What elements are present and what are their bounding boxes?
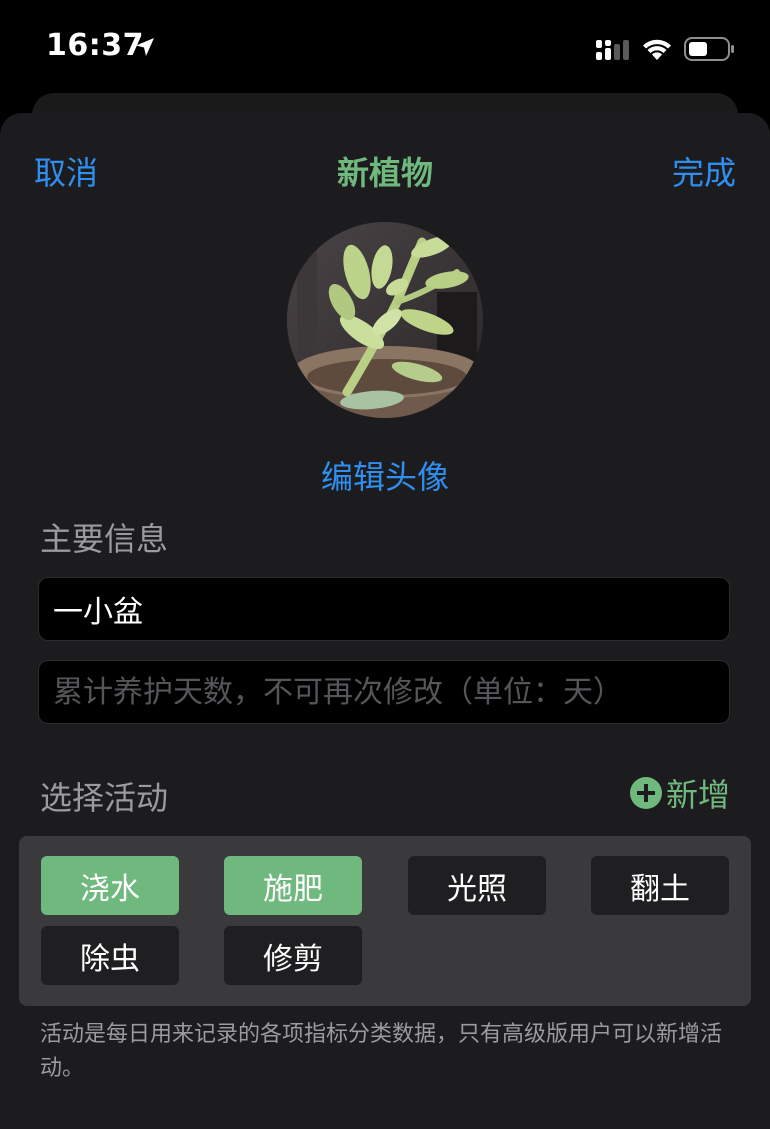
activity-chip-repot[interactable]: 翻土 xyxy=(591,856,729,915)
plant-avatar[interactable] xyxy=(287,222,483,418)
battery-icon xyxy=(684,37,734,61)
edit-avatar-button[interactable]: 编辑头像 xyxy=(321,458,449,496)
care-days-input[interactable] xyxy=(39,661,729,723)
main-info-label: 主要信息 xyxy=(40,520,169,558)
plant-name-input[interactable] xyxy=(39,578,729,640)
cellular-signal-icon xyxy=(596,40,629,60)
activities-footnote: 活动是每日用来记录的各项指标分类数据，只有高级版用户可以新增活动。 xyxy=(40,1022,723,1081)
status-time: 16:37 xyxy=(46,28,144,63)
location-arrow-icon xyxy=(136,38,154,56)
activity-panel: 浇水 施肥 光照 翻土 除虫 修剪 xyxy=(19,836,751,1006)
edit-avatar-container: 编辑头像 xyxy=(0,452,770,498)
activities-label: 选择活动 xyxy=(40,779,169,817)
plant-photo xyxy=(287,222,483,418)
activity-chip-pest-control[interactable]: 除虫 xyxy=(41,926,179,985)
activity-chip-fertilize[interactable]: 施肥 xyxy=(224,856,362,915)
activity-chip-prune[interactable]: 修剪 xyxy=(224,926,362,985)
add-activity-button[interactable]: 新增 xyxy=(629,773,730,814)
care-days-field xyxy=(38,660,730,724)
cancel-button[interactable]: 取消 xyxy=(34,148,98,194)
add-activity-label: 新增 xyxy=(665,776,730,814)
done-button[interactable]: 完成 xyxy=(672,148,736,194)
activity-chip-watering[interactable]: 浇水 xyxy=(41,856,179,915)
plus-circle-icon xyxy=(629,777,662,809)
wifi-icon xyxy=(643,39,671,60)
status-bar: 16:37 xyxy=(0,0,770,95)
activity-chip-sunlight[interactable]: 光照 xyxy=(408,856,546,915)
plant-name-field xyxy=(38,577,730,641)
